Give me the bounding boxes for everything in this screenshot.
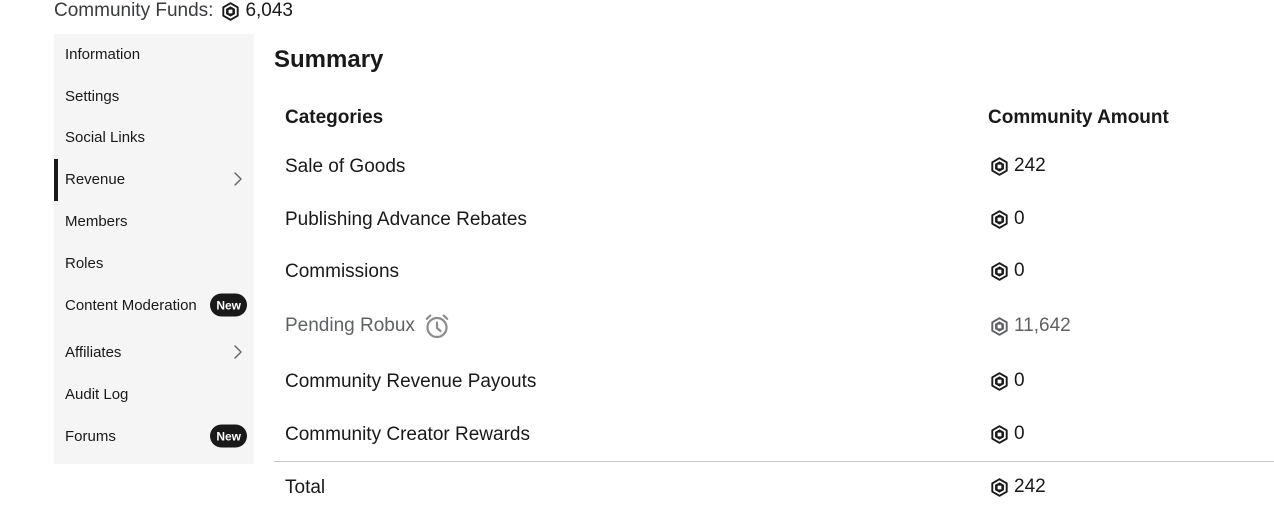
sidebar-item-content-moderation[interactable]: Content Moderation New xyxy=(54,285,254,325)
robux-icon xyxy=(990,261,1009,281)
community-funds-label: Community Funds: xyxy=(54,0,214,21)
summary-title: Summary xyxy=(274,46,384,73)
amount-value: 0 xyxy=(1014,208,1025,229)
category-label: Sale of Goods xyxy=(285,156,406,177)
new-badge: New xyxy=(210,424,247,448)
sidebar-item-label: Social Links xyxy=(65,128,146,146)
amount-value: 0 xyxy=(1014,370,1025,391)
row-amount-pending: 11,642 xyxy=(990,315,1071,337)
row-amount: 242 xyxy=(990,155,1046,177)
category-label: Publishing Advance Rebates xyxy=(285,209,527,230)
sidebar-item-label: Settings xyxy=(65,87,120,105)
row-amount: 0 xyxy=(990,370,1025,392)
amount-value: 0 xyxy=(1014,423,1025,444)
row-category: Commissions xyxy=(285,261,399,283)
new-badge: New xyxy=(210,293,247,317)
row-category: Publishing Advance Rebates xyxy=(285,209,527,231)
sidebar-item-members[interactable]: Members xyxy=(54,201,254,241)
category-label: Commissions xyxy=(285,261,400,282)
sidebar-item-label: Information xyxy=(65,45,141,63)
category-label: Community Revenue Payouts xyxy=(285,371,537,392)
sidebar-item-social-links[interactable]: Social Links xyxy=(54,117,254,157)
sidebar-item-settings[interactable]: Settings xyxy=(54,76,254,116)
robux-icon xyxy=(221,1,240,21)
row-category: Community Revenue Payouts xyxy=(285,371,536,393)
total-amount-row: 242 xyxy=(990,476,1046,498)
community-funds-value: 6,043 xyxy=(245,0,293,21)
row-amount: 0 xyxy=(990,208,1025,230)
robux-icon xyxy=(990,424,1009,444)
robux-icon xyxy=(990,156,1009,176)
amount-value: 0 xyxy=(1014,260,1025,281)
total-label: Total xyxy=(285,477,326,498)
sidebar-item-label: Audit Log xyxy=(65,385,129,403)
category-label: Community Creator Rewards xyxy=(285,424,530,445)
chevron-right-icon xyxy=(232,171,244,187)
row-category: Sale of Goods xyxy=(285,156,405,178)
sidebar-item-label: Revenue xyxy=(65,170,126,188)
robux-icon xyxy=(990,316,1009,336)
amount-value: 242 xyxy=(1014,155,1046,176)
community-amount-column-header: Community Amount xyxy=(988,107,1169,128)
sidebar-nav: Information Settings Social Links Revenu… xyxy=(54,34,254,464)
row-amount: 0 xyxy=(990,260,1025,282)
sidebar-item-label: Content Moderation xyxy=(65,296,197,314)
clock-icon[interactable] xyxy=(423,312,451,340)
community-funds: Community Funds: 6,043 xyxy=(54,0,293,22)
category-label: Pending Robux xyxy=(285,315,415,336)
sidebar-item-affiliates[interactable]: Affiliates xyxy=(54,332,254,372)
sidebar-item-audit-log[interactable]: Audit Log xyxy=(54,374,254,414)
total-amount-value: 242 xyxy=(1014,476,1046,497)
sidebar-item-revenue[interactable]: Revenue xyxy=(54,159,254,201)
row-category-pending: Pending Robux xyxy=(285,312,451,340)
sidebar-item-label: Members xyxy=(65,212,128,230)
chevron-right-icon xyxy=(232,344,244,360)
sidebar-item-information[interactable]: Information xyxy=(54,34,254,74)
sidebar-item-roles[interactable]: Roles xyxy=(54,243,254,283)
categories-column-header: Categories xyxy=(285,107,384,128)
total-divider xyxy=(274,461,1274,462)
amount-value: 11,642 xyxy=(1014,315,1071,336)
sidebar-item-label: Forums xyxy=(65,427,116,445)
robux-icon xyxy=(990,209,1009,229)
row-category: Community Creator Rewards xyxy=(285,424,530,446)
row-amount: 0 xyxy=(990,423,1025,445)
sidebar-item-label: Roles xyxy=(65,254,104,272)
total-label-row: Total xyxy=(285,477,325,499)
sidebar-item-forums[interactable]: Forums New xyxy=(54,416,254,456)
sidebar-item-label: Affiliates xyxy=(65,343,122,361)
robux-icon xyxy=(990,371,1009,391)
robux-icon xyxy=(990,477,1009,497)
